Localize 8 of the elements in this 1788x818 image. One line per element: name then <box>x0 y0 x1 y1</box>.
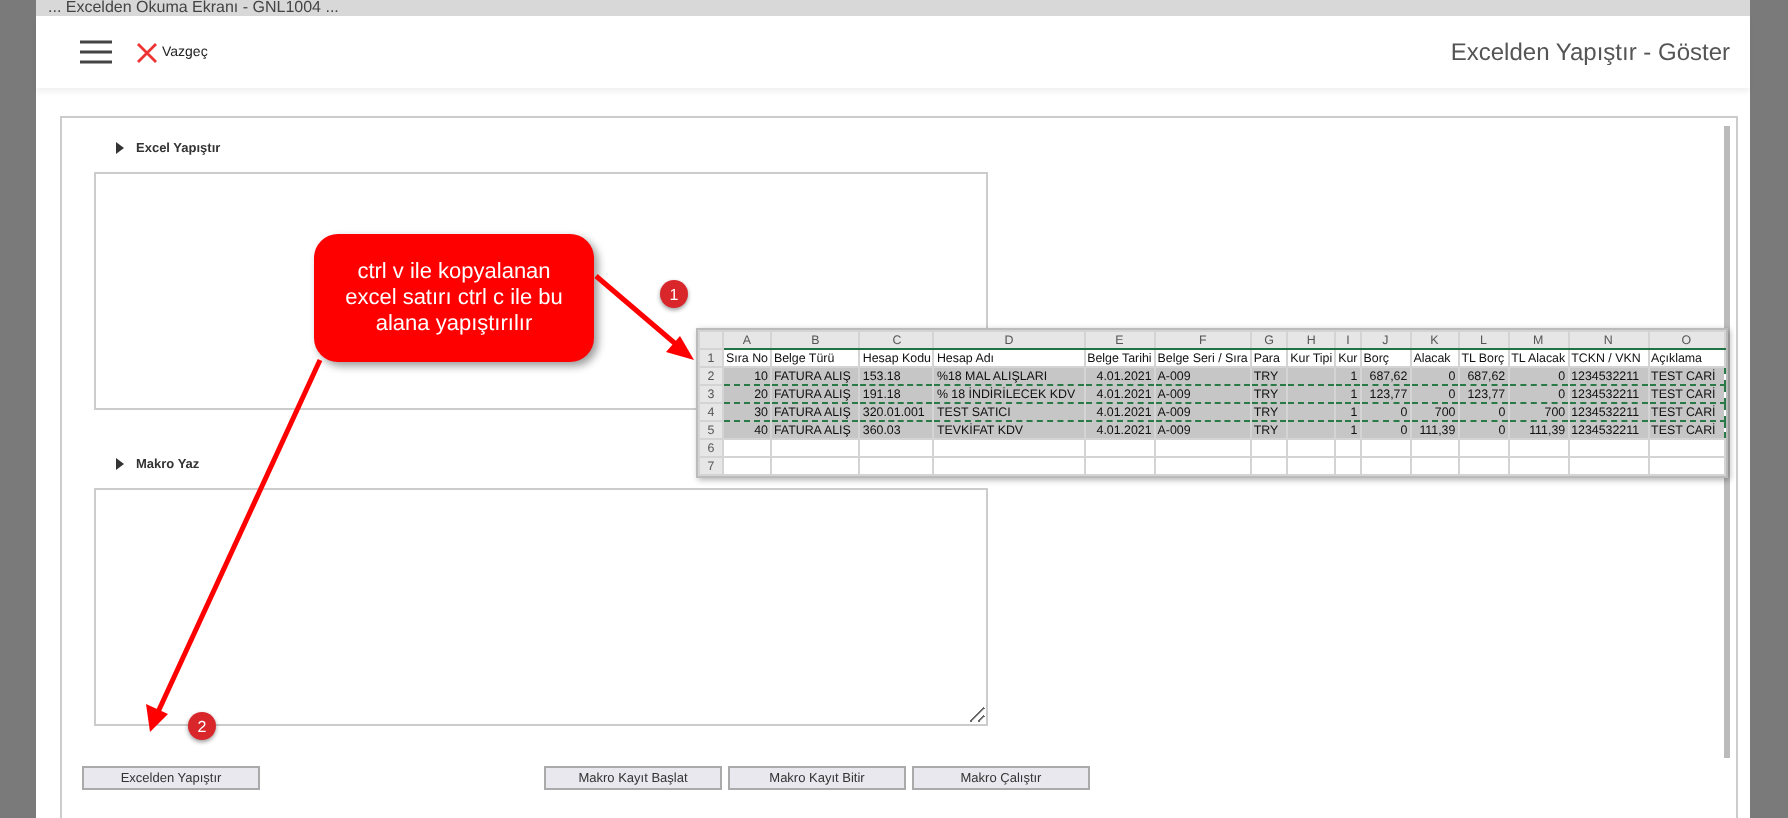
close-icon <box>136 41 158 63</box>
triangle-icon <box>116 142 124 154</box>
triangle-icon <box>116 458 124 470</box>
arrow <box>594 274 694 360</box>
window-title: ... Excelden Okuma Ekranı - GNL1004 ... <box>46 0 339 16</box>
menu-icon[interactable] <box>80 40 112 64</box>
callout-bubble: ctrl v ile kopyalanan excel satırı ctrl c ile bu alana yapıştırılır <box>314 234 594 362</box>
page-title: Excelden Yapıştır - Göster <box>1450 38 1730 66</box>
